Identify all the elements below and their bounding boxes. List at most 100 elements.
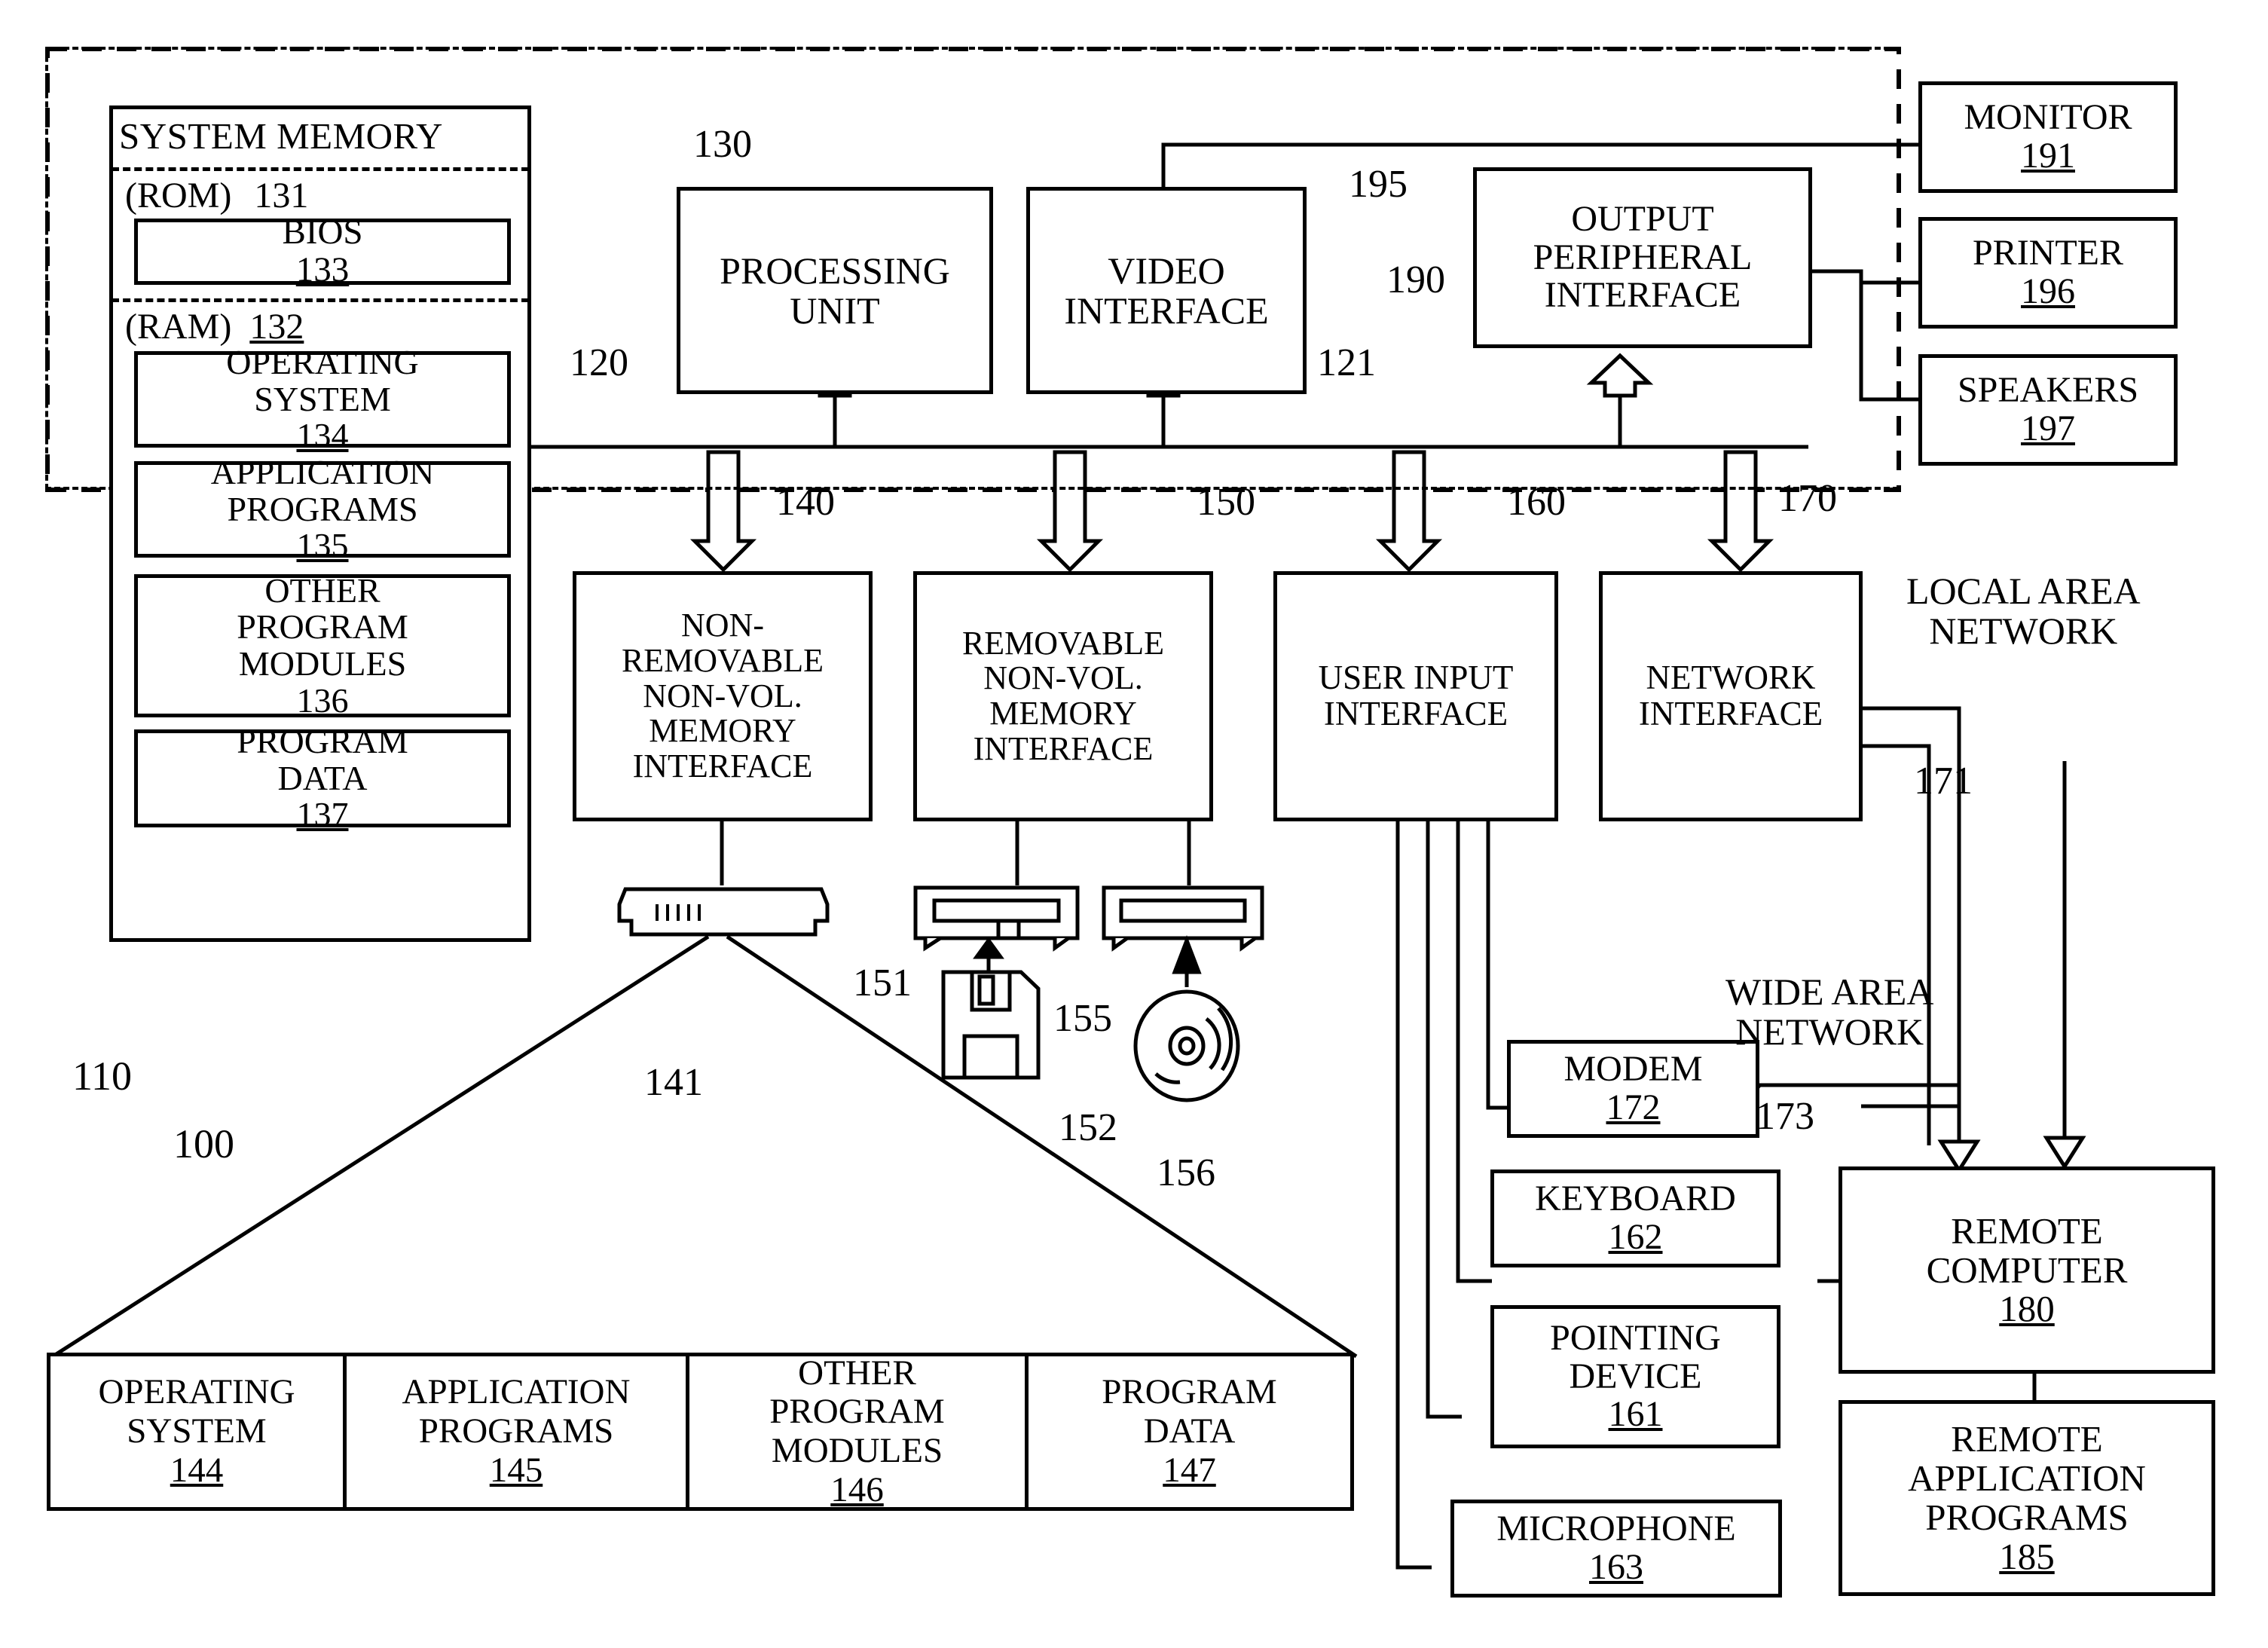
ni-line2: INTERFACE <box>1638 695 1823 732</box>
pointing-line2: DEVICE <box>1569 1356 1702 1396</box>
rap-line3: PROGRAMS <box>1925 1497 2129 1538</box>
ref-195: 195 <box>1349 163 1408 206</box>
remote-application-programs-box: REMOTE APPLICATION PROGRAMS 185 <box>1839 1400 2215 1596</box>
microphone-label: MICROPHONE <box>1496 1509 1736 1549</box>
ref-190: 190 <box>1386 258 1445 301</box>
ref-151-magnetic-disk-drive: 151 <box>853 962 912 1004</box>
printer-label: PRINTER <box>1972 233 2123 274</box>
rc-ref: 180 <box>1999 1288 2055 1330</box>
ref-171: 171 <box>1914 760 1973 803</box>
pointing-ref: 161 <box>1608 1394 1663 1435</box>
microphone-box: MICROPHONE 163 <box>1450 1500 1782 1598</box>
co-opm-line3: MODULES 146 <box>771 1431 943 1509</box>
ref-140: 140 <box>776 481 835 524</box>
nrmi-line5: INTERFACE <box>632 747 813 784</box>
co-ap-line1: APPLICATION <box>402 1372 631 1412</box>
rmi-line2: NON-VOL. <box>983 659 1143 697</box>
co-opm-line2: PROGRAM <box>769 1392 945 1432</box>
callout-program-data: PROGRAM DATA 147 <box>1029 1356 1350 1507</box>
system-memory-title: SYSTEM MEMORY <box>119 115 443 157</box>
bios-text: BIOS 133 <box>282 212 363 289</box>
wan-line2: NETWORK <box>1735 1010 1924 1053</box>
nrmi-line2: REMOVABLE <box>621 642 824 680</box>
rmi-line3: MEMORY <box>989 695 1137 732</box>
ref-173: 173 <box>1756 1095 1814 1138</box>
uii-line2: INTERFACE <box>1323 695 1508 732</box>
speakers-ref: 197 <box>2021 408 2075 448</box>
ref-141-hard-disk-drive: 141 <box>644 1061 703 1104</box>
microphone-ref: 163 <box>1589 1547 1643 1587</box>
local-area-network-label: LOCAL AREA NETWORK <box>1906 571 2141 650</box>
pd-line1: PROGRAM <box>237 721 408 760</box>
co-os-ref: 144 <box>170 1450 224 1490</box>
rmi-line4: INTERFACE <box>973 729 1154 767</box>
opm-line1: OTHER <box>264 570 381 610</box>
modem-label: MODEM <box>1563 1049 1703 1090</box>
pd-line2: DATA 137 <box>277 758 368 834</box>
ref-121-system-bus: 121 <box>1317 341 1376 384</box>
ref-110-computer: 110 <box>72 1053 132 1099</box>
ram-item-operating-system: OPERATING SYSTEM 134 <box>134 344 511 454</box>
ref-120: 120 <box>570 341 628 384</box>
ref-130: 130 <box>693 123 752 166</box>
modem-box: MODEM 172 <box>1507 1040 1759 1138</box>
uii-line1: USER INPUT <box>1318 659 1514 697</box>
co-pd-line1: PROGRAM <box>1102 1372 1277 1412</box>
ap-line1: APPLICATION <box>210 452 435 491</box>
co-os-line1: OPERATING <box>98 1372 295 1412</box>
ref-156-optical-disk: 156 <box>1157 1151 1215 1194</box>
opi-line2: PERIPHERAL <box>1533 237 1753 277</box>
rc-line1: REMOTE <box>1951 1209 2103 1252</box>
printer-ref: 196 <box>2021 271 2075 311</box>
co-pd-line2: DATA 147 <box>1143 1411 1236 1490</box>
ref-100-environment: 100 <box>173 1121 234 1166</box>
output-peripheral-interface-box: OUTPUT PERIPHERAL INTERFACE <box>1473 167 1812 348</box>
vi-line1: VIDEO <box>1108 249 1225 292</box>
rc-line2: COMPUTER <box>1926 1249 2128 1291</box>
ref-152-magnetic-disk: 152 <box>1059 1106 1117 1149</box>
monitor-label: MONITOR <box>1964 97 2132 138</box>
ram-ref: 132 <box>249 307 304 347</box>
bios-box: BIOS 133 <box>134 213 511 289</box>
rom-label: (ROM) 131 <box>125 175 308 216</box>
pointing-device-box: POINTING DEVICE 161 <box>1490 1305 1780 1448</box>
speakers-box: SPEAKERS 197 <box>1918 354 2178 466</box>
rap-line2: APPLICATION <box>1908 1457 2146 1500</box>
co-ap-line2: PROGRAMS <box>418 1411 614 1451</box>
patent-figure-canvas: SYSTEM MEMORY 130 (ROM) 131 BIOS 133 (RA… <box>0 0 2268 1648</box>
opi-line1: OUTPUT <box>1571 198 1714 239</box>
ref-160: 160 <box>1507 481 1566 524</box>
printer-box: PRINTER 196 <box>1918 217 2178 329</box>
removable-memory-interface-box: REMOVABLE NON-VOL. MEMORY INTERFACE <box>913 571 1213 821</box>
co-os-line2: SYSTEM <box>127 1411 267 1451</box>
lan-line2: NETWORK <box>1929 609 2118 652</box>
rom-separator <box>112 167 529 171</box>
video-interface-box: VIDEO INTERFACE <box>1026 187 1307 394</box>
callout-other-program-modules: OTHER PROGRAM MODULES 146 <box>689 1353 1029 1509</box>
keyboard-box: KEYBOARD 162 <box>1490 1169 1780 1267</box>
co-opm-line1: OTHER <box>798 1353 916 1393</box>
callout-modules-container: OPERATING SYSTEM 144 APPLICATION PROGRAM… <box>47 1353 1354 1511</box>
rap-ref: 185 <box>1999 1535 2055 1577</box>
os-line2: SYSTEM 134 <box>254 379 391 455</box>
lan-line1: LOCAL AREA <box>1906 570 2141 612</box>
vi-line2: INTERFACE <box>1064 289 1269 332</box>
ref-155-optical-disk-drive: 155 <box>1053 997 1112 1040</box>
rom-ref: 131 <box>254 176 309 216</box>
os-line1: OPERATING <box>226 342 419 381</box>
opm-line2: PROGRAM <box>237 607 408 647</box>
ram-item-other-program-modules: OTHER PROGRAM MODULES 136 <box>134 570 511 719</box>
monitor-box: MONITOR 191 <box>1918 81 2178 193</box>
callout-application-programs: APPLICATION PROGRAMS 145 <box>347 1356 689 1507</box>
processing-unit-box: PROCESSING UNIT <box>677 187 993 394</box>
speakers-label: SPEAKERS <box>1957 370 2139 411</box>
pu-line1: PROCESSING <box>720 249 950 292</box>
ram-separator <box>112 298 529 302</box>
network-interface-box: NETWORK INTERFACE <box>1599 571 1863 821</box>
rom-label-text: (ROM) <box>125 176 232 216</box>
rap-line1: REMOTE <box>1951 1418 2103 1460</box>
user-input-interface-box: USER INPUT INTERFACE <box>1273 571 1558 821</box>
non-removable-memory-interface-box: NON- REMOVABLE NON-VOL. MEMORY INTERFACE <box>573 571 873 821</box>
ram-item-program-data: PROGRAM DATA 137 <box>134 723 511 833</box>
nrmi-line3: NON-VOL. <box>643 677 802 714</box>
